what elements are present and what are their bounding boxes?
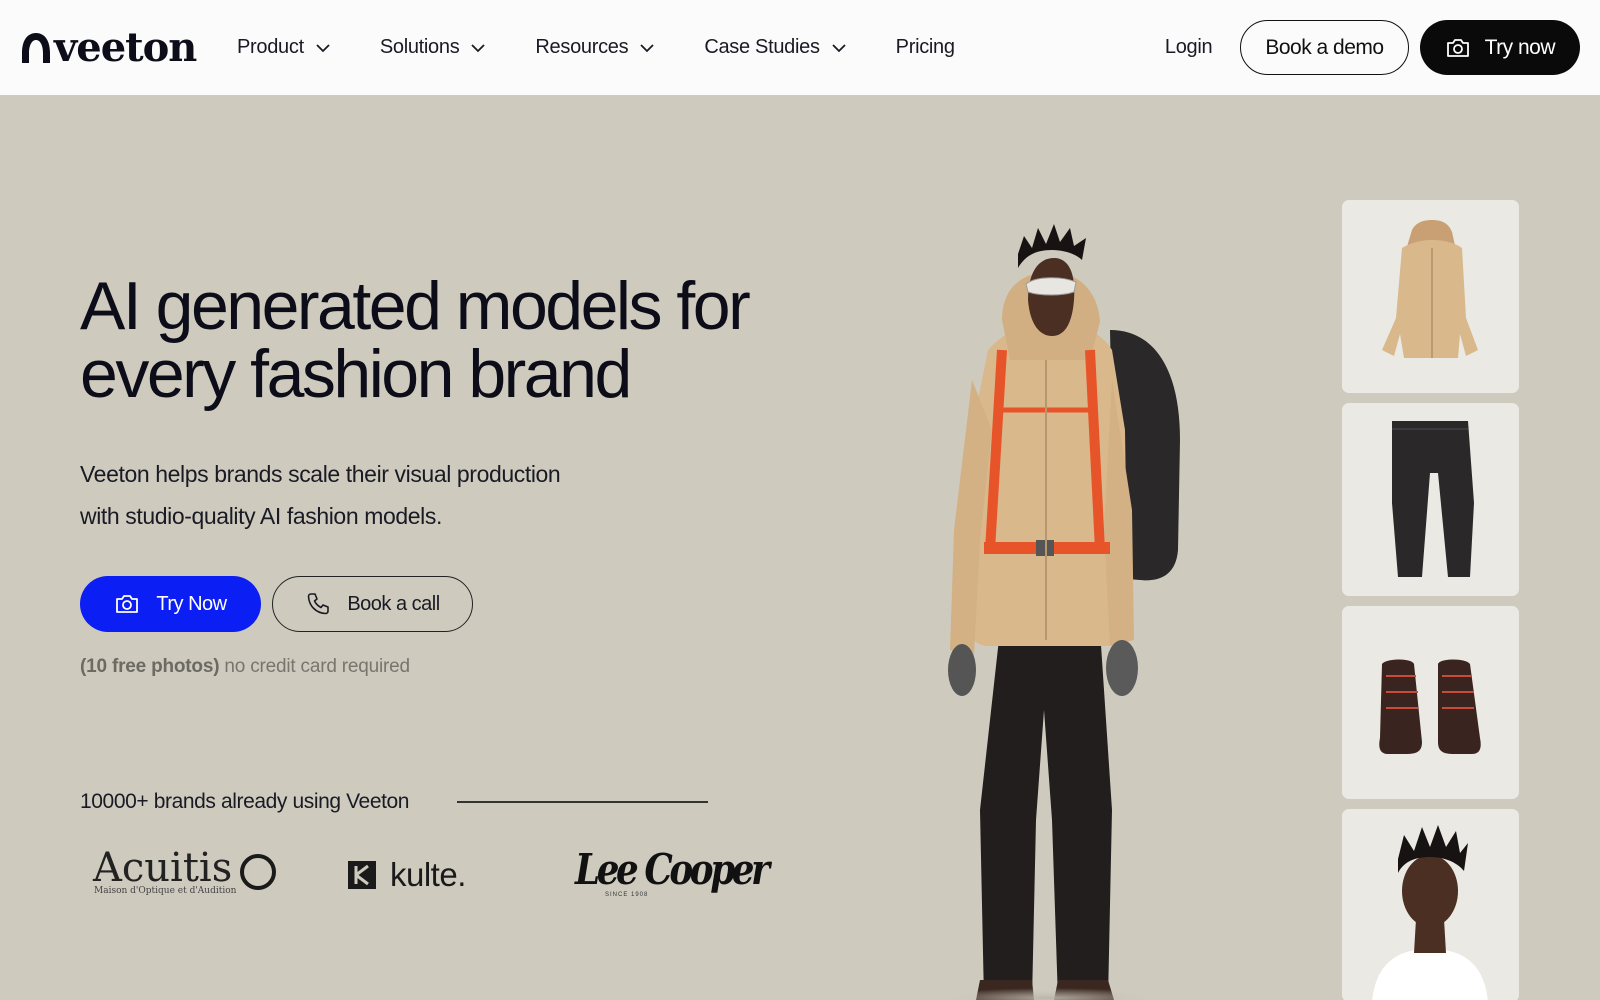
acuitis-wordmark: Acuitis — [93, 845, 233, 891]
book-call-label: Book a call — [347, 592, 440, 615]
nav-item-label: Pricing — [895, 36, 955, 58]
nav-item-pricing[interactable]: Pricing — [896, 36, 955, 59]
hero-subtitle: Veeton helps brands scale their visual p… — [80, 453, 640, 537]
veeton-logo[interactable]: veeton — [20, 24, 197, 71]
thumbnail-jacket[interactable] — [1342, 200, 1519, 393]
top-navbar: veeton Product Solutions Resources Case … — [0, 0, 1600, 95]
free-photos-count: (10 free photos) — [80, 656, 220, 677]
acuitis-logo: Acuitis Maison d'Optique et d'Audition — [93, 848, 285, 898]
hero-try-now-button[interactable]: Try Now — [80, 576, 261, 632]
hero-try-now-label: Try Now — [156, 592, 227, 615]
hero-subtitle-line-1: Veeton helps brands scale their visual p… — [80, 461, 561, 487]
chevron-down-icon — [316, 43, 330, 52]
model-portrait-image — [1372, 825, 1488, 1000]
nav-actions: Login Book a demo Try now — [1165, 20, 1580, 75]
kulte-wordmark: kulte. — [390, 856, 466, 893]
logo-mark-icon — [22, 33, 50, 63]
nav-item-case-studies[interactable]: Case Studies — [704, 36, 846, 59]
thumbnail-model-portrait[interactable] — [1342, 809, 1519, 1000]
lee-cooper-wordmark: Lee Cooper — [575, 845, 770, 894]
logo-wordmark: veeton — [54, 24, 197, 71]
nav-item-label: Product — [237, 36, 304, 58]
nav-item-product[interactable]: Product — [237, 36, 330, 59]
hero-title-line-1: AI generated models for — [80, 268, 751, 344]
nav-item-resources[interactable]: Resources — [535, 36, 654, 59]
book-demo-button[interactable]: Book a demo — [1240, 20, 1409, 75]
jacket-image — [1382, 220, 1478, 358]
pants-image — [1392, 421, 1474, 577]
chevron-down-icon — [832, 43, 846, 52]
chevron-down-icon — [640, 43, 654, 52]
acuitis-tagline: Maison d'Optique et d'Audition — [94, 886, 237, 896]
chevron-down-icon — [471, 43, 486, 52]
lee-cooper-logo: Lee Cooper SINCE 1908 — [575, 845, 800, 898]
try-now-button[interactable]: Try now — [1419, 20, 1580, 75]
thumbnail-pants[interactable] — [1342, 403, 1519, 596]
nav-item-label: Solutions — [379, 36, 460, 58]
kulte-mark-icon — [348, 861, 376, 889]
hero-title: AI generated models for every fashion br… — [80, 272, 840, 408]
nav-item-solutions[interactable]: Solutions — [380, 36, 486, 59]
lee-cooper-tagline: SINCE 1908 — [605, 892, 649, 898]
hero-title-line-2: every fashion brand — [80, 336, 632, 412]
brands-divider — [457, 801, 708, 803]
camera-icon — [116, 595, 139, 613]
ai-fashion-model-image — [940, 224, 1180, 1000]
acuitis-emblem-icon — [240, 854, 276, 890]
camera-icon — [1446, 38, 1469, 57]
nav-item-label: Resources — [535, 36, 629, 58]
book-call-button[interactable]: Book a call — [272, 576, 473, 632]
try-now-label: Try now — [1484, 35, 1556, 59]
main-menu: Product Solutions Resources Case Studies… — [237, 0, 1005, 95]
no-credit-card-text: no credit card required — [219, 656, 410, 677]
brands-label: 10000+ brands already using Veeton — [80, 790, 410, 813]
nav-item-label: Case Studies — [704, 36, 820, 58]
hero-subtitle-line-2: with studio-quality AI fashion models. — [80, 503, 442, 529]
free-trial-note: (10 free photos) no credit card required — [80, 656, 410, 678]
boots-image — [1379, 659, 1481, 754]
thumbnail-boots[interactable] — [1342, 606, 1519, 799]
login-link[interactable]: Login — [1165, 36, 1213, 59]
phone-icon — [308, 593, 330, 615]
product-thumbnail-list — [1342, 200, 1519, 1000]
kulte-logo: kulte. — [348, 856, 466, 894]
hero-cta-row: Try Now Book a call — [80, 576, 473, 632]
